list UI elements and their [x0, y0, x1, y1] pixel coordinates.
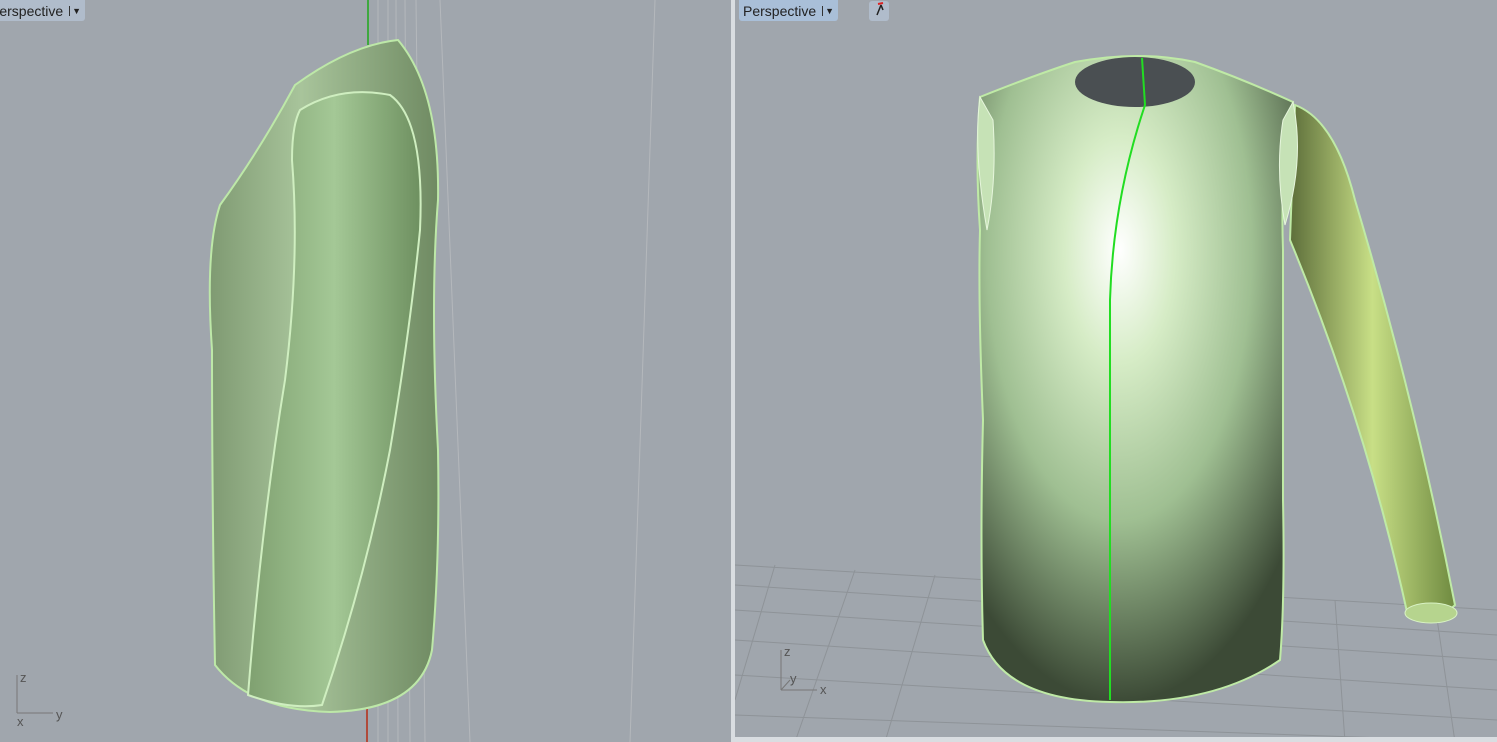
cuff-opening	[1404, 602, 1458, 624]
viewport-left[interactable]: Perspective ▼ z y x	[0, 0, 731, 742]
axis-y-label: y	[790, 671, 797, 686]
garment-sleeve-right[interactable]	[1288, 103, 1457, 619]
axis-z-label: z	[784, 644, 791, 659]
axis-x-label: x	[17, 714, 24, 729]
viewport-right[interactable]: Perspective ▼ z y x	[735, 0, 1497, 742]
camera-toggle-icon[interactable]	[869, 1, 889, 21]
left-scene	[208, 0, 656, 742]
viewport-bottom-border	[735, 737, 1497, 742]
axis-indicator: z y x	[16, 670, 63, 729]
axis-y-label: y	[56, 707, 63, 722]
garment-body-front[interactable]	[976, 55, 1295, 704]
axis-indicator: z y x	[780, 644, 827, 697]
neck-opening	[1075, 57, 1195, 107]
axis-z-label: z	[20, 670, 27, 685]
axis-x-label: x	[820, 682, 827, 697]
